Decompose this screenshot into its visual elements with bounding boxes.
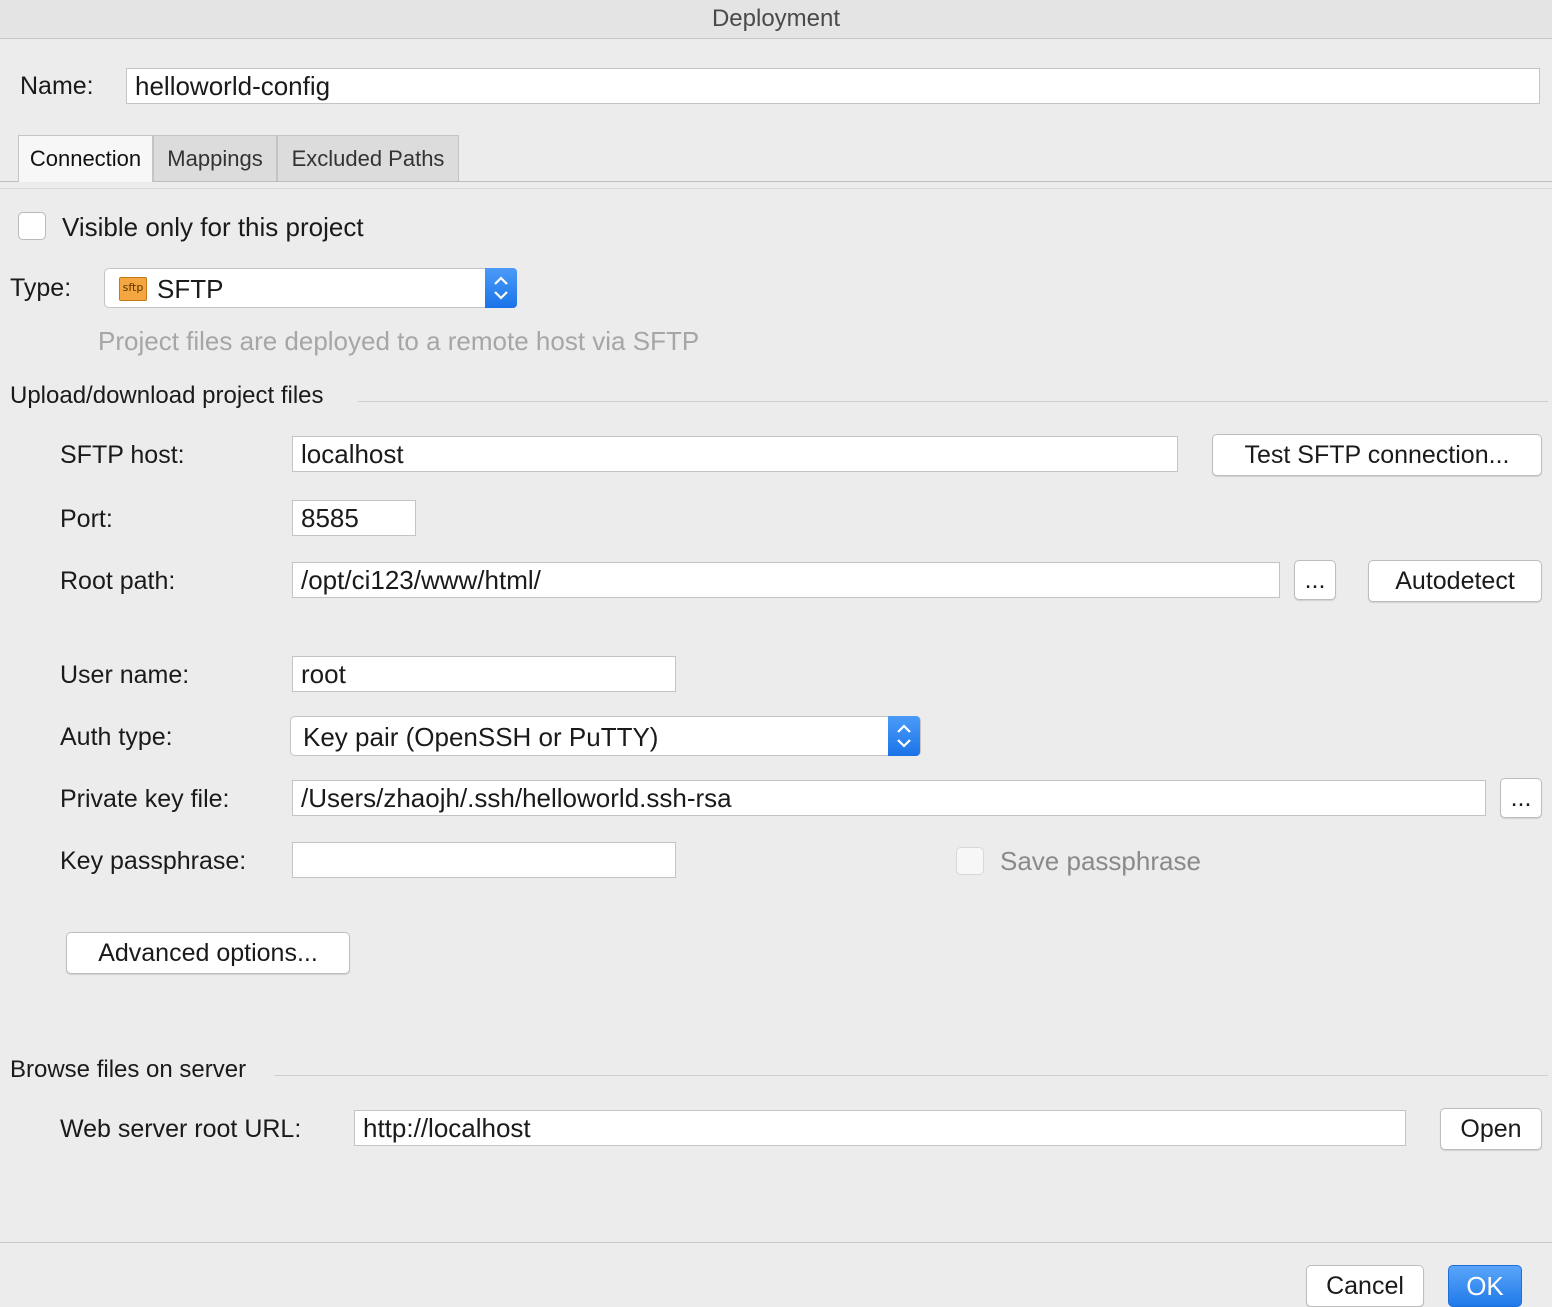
user-name-label: User name: [60,661,190,689]
chevron-updown-icon [494,276,508,300]
upload-section-divider [358,401,1548,402]
port-input[interactable] [292,500,416,536]
auth-type-select[interactable]: Key pair (OpenSSH or PuTTY) [290,716,921,756]
auth-type-select-arrow[interactable] [888,716,920,756]
root-path-browse-button[interactable]: ... [1294,560,1336,600]
name-input[interactable] [126,68,1540,104]
web-root-input[interactable] [354,1110,1406,1146]
sftp-icon-text: sftp [122,281,144,294]
type-value: SFTP [157,274,224,304]
upload-section-title: Upload/download project files [10,382,324,409]
browse-section-divider [274,1075,1548,1076]
tab-mappings[interactable]: Mappings [153,135,277,181]
visible-only-checkbox[interactable] [18,212,46,240]
autodetect-button[interactable]: Autodetect [1368,560,1542,602]
title-bar: Deployment [0,0,1552,39]
chevron-updown-icon [897,724,911,748]
auth-type-value: Key pair (OpenSSH or PuTTY) [303,722,659,752]
visible-only-label: Visible only for this project [62,212,364,242]
advanced-options-button[interactable]: Advanced options... [66,932,350,974]
tab-connection[interactable]: Connection [18,135,153,182]
sftp-icon: sftp [119,277,147,301]
type-select[interactable]: sftp SFTP [104,268,517,308]
private-key-label: Private key file: [60,785,230,813]
user-name-input[interactable] [292,656,676,692]
save-passphrase-label: Save passphrase [1000,846,1201,876]
sftp-host-input[interactable] [292,436,1178,472]
root-path-label: Root path: [60,567,176,595]
key-passphrase-input[interactable] [292,842,676,878]
type-label: Type: [10,274,72,302]
private-key-browse-button[interactable]: ... [1500,778,1542,818]
tabs-divider-lower [0,188,1552,189]
root-path-input[interactable] [292,562,1280,598]
port-label: Port: [60,505,113,533]
window-title: Deployment [711,5,841,32]
auth-type-label: Auth type: [60,723,173,751]
save-passphrase-checkbox[interactable] [956,847,984,875]
browse-section-title: Browse files on server [10,1056,247,1083]
tab-excluded-paths[interactable]: Excluded Paths [277,135,459,181]
private-key-input[interactable] [292,780,1486,816]
type-select-arrow[interactable] [485,268,517,308]
web-root-label: Web server root URL: [60,1115,302,1143]
ok-button[interactable]: OK [1448,1265,1522,1307]
name-label: Name: [20,72,94,100]
open-button[interactable]: Open [1440,1108,1542,1150]
key-passphrase-label: Key passphrase: [60,847,247,875]
footer-divider [0,1242,1552,1243]
sftp-host-label: SFTP host: [60,441,185,469]
cancel-button[interactable]: Cancel [1306,1265,1424,1307]
test-sftp-connection-button[interactable]: Test SFTP connection... [1212,434,1542,476]
type-hint: Project files are deployed to a remote h… [98,326,700,356]
